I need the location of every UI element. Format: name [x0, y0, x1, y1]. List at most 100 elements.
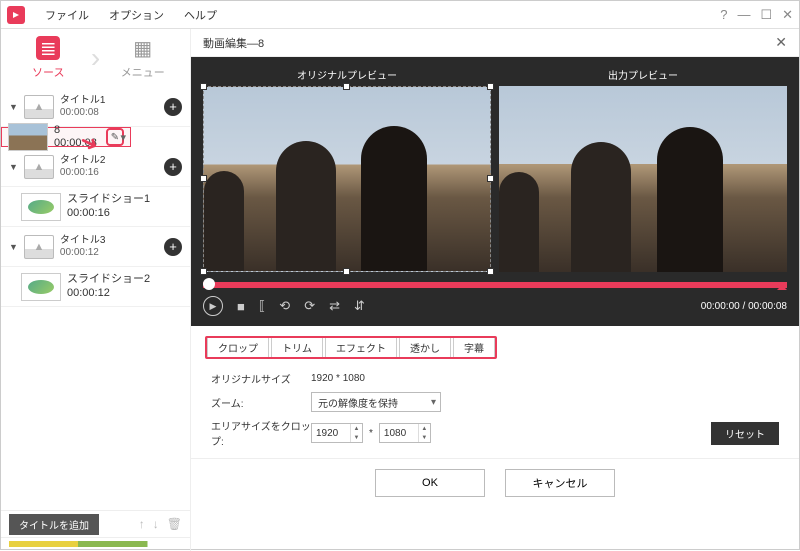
timeline-track[interactable] — [203, 282, 787, 288]
crop-handle[interactable] — [200, 83, 207, 90]
zoom-label: ズーム: — [211, 395, 311, 410]
original-preview-label: オリジナルプレビュー — [203, 67, 491, 82]
tab-effect[interactable]: エフェクト — [325, 336, 397, 359]
chevron-down-icon[interactable]: ▼ — [9, 102, 18, 112]
title-row[interactable]: ▼ ▲ タイトル300:00:12 + — [1, 227, 190, 267]
add-clip-button[interactable]: + — [164, 238, 182, 256]
add-clip-button[interactable]: + — [164, 158, 182, 176]
storage-bar — [1, 537, 190, 551]
tab-crop[interactable]: クロップ — [207, 336, 269, 359]
crop-handle[interactable] — [487, 268, 494, 275]
title-thumb-icon: ▲ — [24, 235, 54, 259]
menubar: ファイル オプション ヘルプ ? — ☐ ✕ — [1, 1, 799, 29]
crop-width-input[interactable]: 1920▲▼ — [311, 423, 363, 443]
time-display: 00:00:00 / 00:00:08 — [701, 301, 787, 312]
app-logo — [7, 6, 25, 24]
crop-area-label: エリアサイズをクロップ: — [211, 418, 311, 448]
move-up-icon[interactable]: ↑ — [139, 517, 145, 531]
clip-row[interactable]: スライドショー100:00:16 — [1, 187, 190, 227]
spin-up-icon[interactable]: ▲ — [418, 424, 430, 433]
clip-duration: 00:00:16 — [67, 207, 182, 220]
ok-button[interactable]: OK — [375, 469, 485, 497]
chevron-down-icon[interactable]: ▼ — [9, 242, 18, 252]
tab-menu[interactable]: ▦ メニュー — [96, 36, 191, 80]
source-icon: ≣ — [36, 36, 60, 60]
tab-menu-label: メニュー — [121, 64, 165, 80]
end-marker[interactable] — [777, 280, 787, 290]
title-name: タイトル3 — [60, 235, 158, 247]
clip-name: スライドショー1 — [67, 193, 182, 206]
playhead[interactable] — [203, 278, 215, 290]
title-thumb-icon: ▲ — [24, 95, 54, 119]
tab-source[interactable]: ≣ ソース — [1, 36, 96, 80]
title-name: タイトル1 — [60, 95, 158, 107]
title-list: ▼ ▲ タイトル100:00:08 + 800:00:08 ➜ ✎ ▼ ▲ タイ… — [1, 87, 190, 510]
move-down-icon[interactable]: ↓ — [153, 517, 159, 531]
add-title-button[interactable]: タイトルを追加 — [9, 514, 99, 535]
menu-file[interactable]: ファイル — [35, 7, 99, 23]
marker-in-button[interactable]: ⟦ — [259, 298, 265, 314]
crop-handle[interactable] — [200, 175, 207, 182]
output-preview — [499, 86, 787, 272]
clip-row[interactable]: 800:00:08 ➜ ✎ — [1, 127, 131, 147]
tab-subtitle[interactable]: 字幕 — [453, 336, 495, 359]
size-separator: * — [363, 428, 379, 439]
clip-thumb — [21, 273, 61, 301]
title-row[interactable]: ▼ ▲ タイトル200:00:16 + — [1, 147, 190, 187]
clip-name: スライドショー2 — [67, 273, 182, 286]
zoom-select[interactable]: 元の解像度を保持 — [311, 392, 441, 412]
flip-v-button[interactable]: ⇵ — [354, 298, 365, 314]
add-clip-button[interactable]: + — [164, 98, 182, 116]
dialog-close-icon[interactable]: ✕ — [775, 34, 787, 51]
title-thumb-icon: ▲ — [24, 155, 54, 179]
chevron-down-icon[interactable]: ▼ — [9, 162, 18, 172]
maximize-icon[interactable]: ☐ — [760, 7, 772, 23]
close-icon[interactable]: ✕ — [782, 7, 793, 23]
crop-handle[interactable] — [200, 268, 207, 275]
dialog-title: 動画編集—8 — [203, 35, 264, 51]
stop-button[interactable]: ■ — [237, 299, 245, 314]
tab-source-label: ソース — [32, 64, 64, 80]
crop-handle[interactable] — [487, 83, 494, 90]
spin-up-icon[interactable]: ▲ — [350, 424, 362, 433]
clip-thumb — [8, 123, 48, 151]
spin-down-icon[interactable]: ▼ — [418, 433, 430, 442]
crop-handle[interactable] — [343, 83, 350, 90]
output-preview-label: 出力プレビュー — [499, 67, 787, 82]
rotate-left-button[interactable]: ⟲ — [279, 298, 290, 314]
menu-option[interactable]: オプション — [99, 7, 174, 23]
original-size-label: オリジナルサイズ — [211, 371, 311, 386]
title-duration: 00:00:16 — [60, 167, 158, 179]
title-row[interactable]: ▼ ▲ タイトル100:00:08 + — [1, 87, 190, 127]
editor-dialog: 動画編集—8 ✕ オリジナルプレビュー 出力プレビュー — [191, 29, 799, 551]
cancel-button[interactable]: キャンセル — [505, 469, 615, 497]
clip-row[interactable]: スライドショー200:00:12 — [1, 267, 190, 307]
tab-watermark[interactable]: 透かし — [399, 336, 451, 359]
title-name: タイトル2 — [60, 155, 158, 167]
flip-h-button[interactable]: ⇄ — [329, 298, 340, 314]
title-duration: 00:00:08 — [60, 107, 158, 119]
clip-duration: 00:00:12 — [67, 287, 182, 300]
editor-tabs: クロップ トリム エフェクト 透かし 字幕 — [201, 332, 501, 363]
minimize-icon[interactable]: — — [737, 7, 750, 23]
rotate-right-button[interactable]: ⟳ — [304, 298, 315, 314]
play-button[interactable]: ▶ — [203, 296, 223, 316]
reset-button[interactable]: リセット — [711, 422, 779, 445]
tab-trim[interactable]: トリム — [271, 336, 323, 359]
clip-thumb — [21, 193, 61, 221]
sidebar: ≣ ソース › ▦ メニュー ▼ ▲ タイトル100:00:08 + 800:0… — [1, 29, 191, 551]
crop-handle[interactable] — [487, 175, 494, 182]
original-preview[interactable] — [203, 86, 491, 272]
crop-height-input[interactable]: 1080▲▼ — [379, 423, 431, 443]
menu-icon: ▦ — [131, 36, 155, 60]
original-size-value: 1920 * 1080 — [311, 373, 365, 384]
help-icon[interactable]: ? — [720, 7, 727, 23]
title-duration: 00:00:12 — [60, 247, 158, 259]
edit-clip-button[interactable]: ✎ — [106, 128, 124, 146]
tab-separator-icon: › — [91, 42, 100, 74]
crop-handle[interactable] — [343, 268, 350, 275]
menu-help[interactable]: ヘルプ — [174, 7, 227, 23]
preview-area: オリジナルプレビュー 出力プレビュー — [191, 57, 799, 326]
trash-icon[interactable]: 🗑 — [167, 517, 182, 531]
spin-down-icon[interactable]: ▼ — [350, 433, 362, 442]
